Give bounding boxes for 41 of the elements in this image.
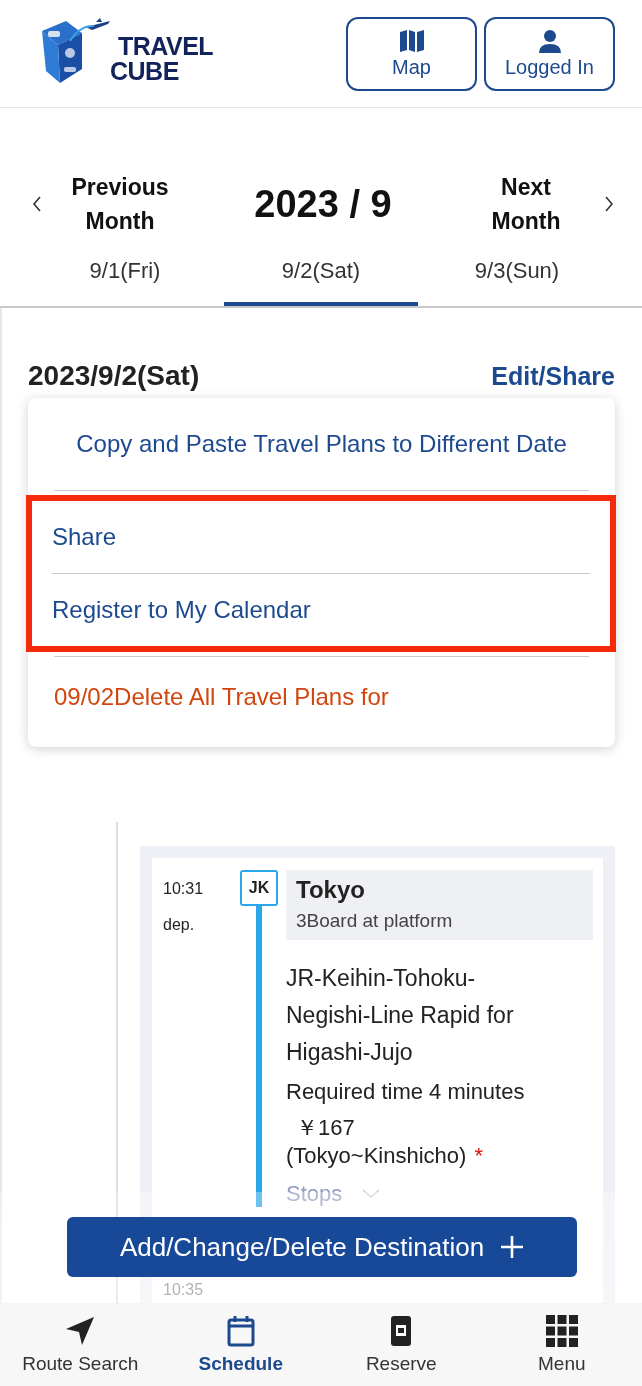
grid-icon xyxy=(545,1315,578,1347)
station-name: Tokyo xyxy=(296,876,366,904)
chevron-down-icon xyxy=(362,1189,381,1199)
add-destination-button[interactable]: Add/Change/Delete Destination xyxy=(67,1217,577,1277)
account-button[interactable]: Logged In xyxy=(484,16,615,91)
day-date: 2023/9/2(Sat) xyxy=(28,360,200,392)
logo-text: CUBE xyxy=(110,58,180,84)
menu-item[interactable]: 09/02Delete All Travel Plans for xyxy=(28,657,615,737)
departure-label: dep. xyxy=(163,916,196,934)
chevron-right-icon xyxy=(604,196,614,212)
menu-item[interactable]: Register to My Calendar xyxy=(32,574,610,646)
edit-share-link[interactable]: Edit/Share xyxy=(491,361,615,391)
menu-item[interactable]: Copy and Paste Travel Plans to Different Date xyxy=(28,398,615,490)
departure-time: 10:31 xyxy=(163,880,205,898)
nav-tab[interactable]: Menu xyxy=(481,1304,642,1386)
person-icon xyxy=(536,28,563,53)
fare-amount: ￥167 xyxy=(296,1114,356,1142)
next-month-link[interactable]: Next Month xyxy=(466,170,614,238)
menu-item[interactable]: Share xyxy=(32,501,610,573)
map-button[interactable]: Map xyxy=(346,16,477,91)
plus-icon xyxy=(500,1235,525,1259)
chevron-left-icon xyxy=(32,196,42,212)
nav-tab[interactable]: Reserve xyxy=(321,1304,482,1386)
arrival-time: 10:35 xyxy=(163,1281,205,1299)
platform-text: 3Board at platform xyxy=(296,910,454,932)
day-tab[interactable]: 9/3(Sun) xyxy=(420,244,614,306)
phone-icon xyxy=(390,1315,413,1347)
day-tab[interactable]: 9/1(Fri) xyxy=(28,244,222,306)
previous-month-link[interactable]: Previous Month xyxy=(32,170,180,238)
navigation-arrow-icon xyxy=(64,1315,97,1347)
month-title: 2023 / 9 xyxy=(254,182,392,226)
nav-tab[interactable]: Route Search xyxy=(0,1304,161,1386)
route-name: JR-Keihin-Tohoku-Negishi-Line Rapid for Higashi-Jujo xyxy=(286,964,515,1067)
duration-text: Required time 4 minutes xyxy=(286,1079,526,1105)
map-icon xyxy=(398,28,425,53)
fare-section: (Tokyo~Kinshicho) xyxy=(286,1143,467,1169)
line-badge: JK xyxy=(240,870,278,906)
calendar-icon xyxy=(226,1315,255,1347)
nav-tab[interactable]: Schedule xyxy=(160,1304,321,1386)
fare-note-mark: * xyxy=(474,1143,483,1169)
logo-text: TRAVEL xyxy=(118,33,214,59)
